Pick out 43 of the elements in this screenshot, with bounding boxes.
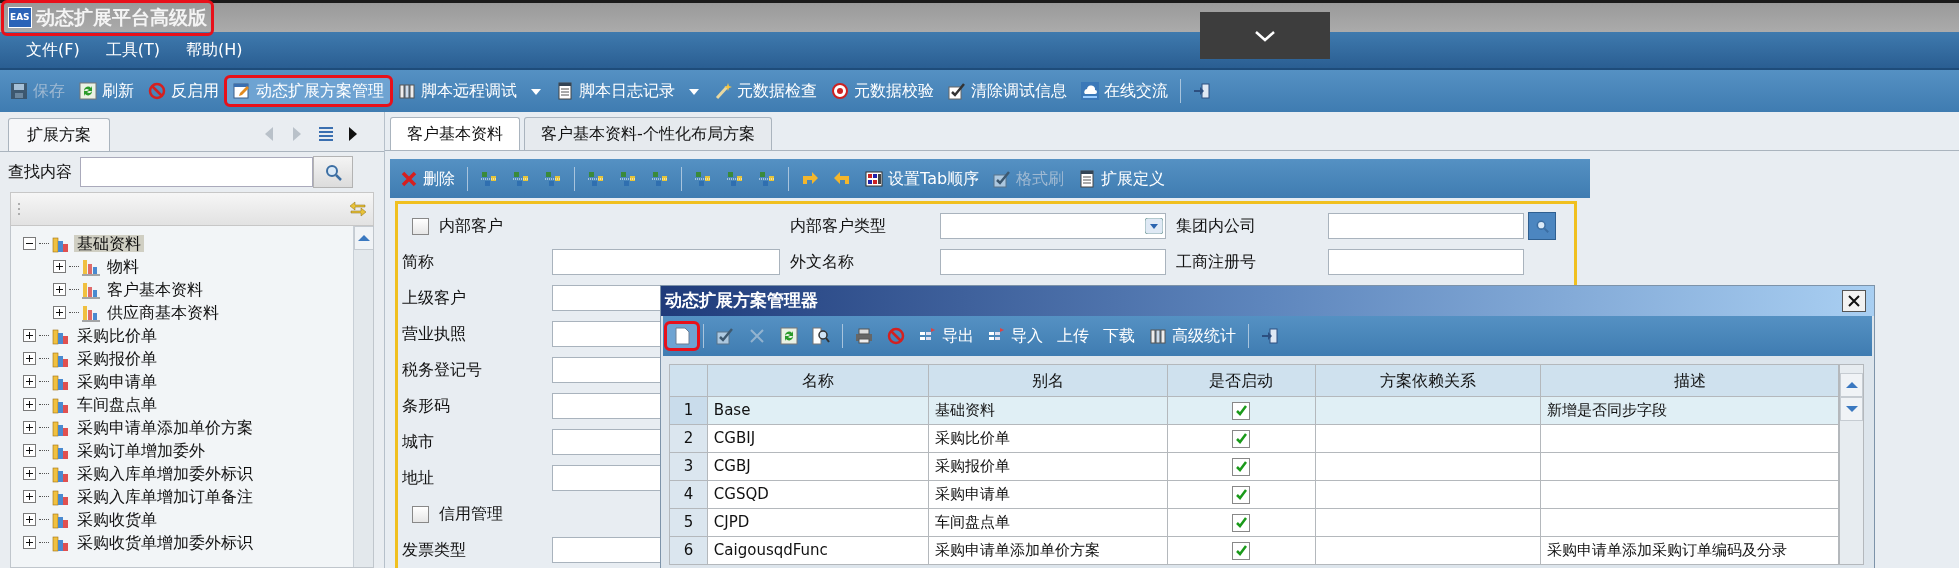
column-header: 方案依赖关系 [1315, 364, 1541, 397]
table-cell: CGSQD [707, 480, 929, 509]
row-number: 5 [669, 508, 708, 537]
search-label: 查找内容 [8, 161, 72, 183]
field-label: 工商注册号 [1176, 251, 1257, 273]
checkbox-label: 信用管理 [439, 503, 503, 525]
table-cell: CaigousqdFunc [707, 536, 929, 565]
table-cell: 基础资料 [928, 396, 1168, 425]
row-number: 2 [669, 424, 708, 453]
field-label: 外文名称 [790, 251, 855, 273]
field-label: 营业执照 [402, 323, 467, 345]
field-label: 简称 [402, 251, 435, 273]
field-label: 地址 [402, 467, 435, 489]
column-header: 是否启动 [1167, 364, 1316, 397]
table-cell: 车间盘点单 [928, 508, 1168, 537]
field-label: 税务登记号 [402, 359, 483, 381]
field-label: 上级客户 [402, 287, 467, 309]
table-cell: CJPD [707, 508, 929, 537]
window-title: 动态扩展平台高级版 [35, 5, 207, 31]
row-number: 6 [669, 536, 708, 565]
dialog-title: 动态扩展方案管理器 [665, 289, 818, 313]
table-cell: 采购申请单添加单价方案 [928, 536, 1168, 565]
field-label: 内部客户类型 [790, 215, 887, 237]
column-header: 描述 [1540, 364, 1839, 397]
row-number: 3 [669, 452, 708, 481]
table-cell: 采购比价单 [928, 424, 1168, 453]
logo: EAS [8, 7, 32, 28]
table-cell: CGBIJ [707, 424, 929, 453]
table-cell: 采购报价单 [928, 452, 1168, 481]
column-header: 别名 [928, 364, 1168, 397]
checkbox-label: 内部客户 [439, 215, 503, 237]
table-cell: CGBJ [707, 452, 929, 481]
field-label: 条形码 [402, 395, 451, 417]
column-header: 名称 [707, 364, 929, 397]
row-number: 1 [669, 396, 708, 425]
field-label: 城市 [402, 431, 435, 453]
field-label: 集团内公司 [1176, 215, 1257, 237]
table-cell: Base [707, 396, 929, 425]
row-number: 4 [669, 480, 708, 509]
field-label: 发票类型 [402, 539, 467, 561]
table-cell: 采购申请单添加采购订单编码及分录 [1540, 536, 1839, 565]
table-cell: 采购申请单 [928, 480, 1168, 509]
table-cell: 新增是否同步字段 [1540, 396, 1839, 425]
